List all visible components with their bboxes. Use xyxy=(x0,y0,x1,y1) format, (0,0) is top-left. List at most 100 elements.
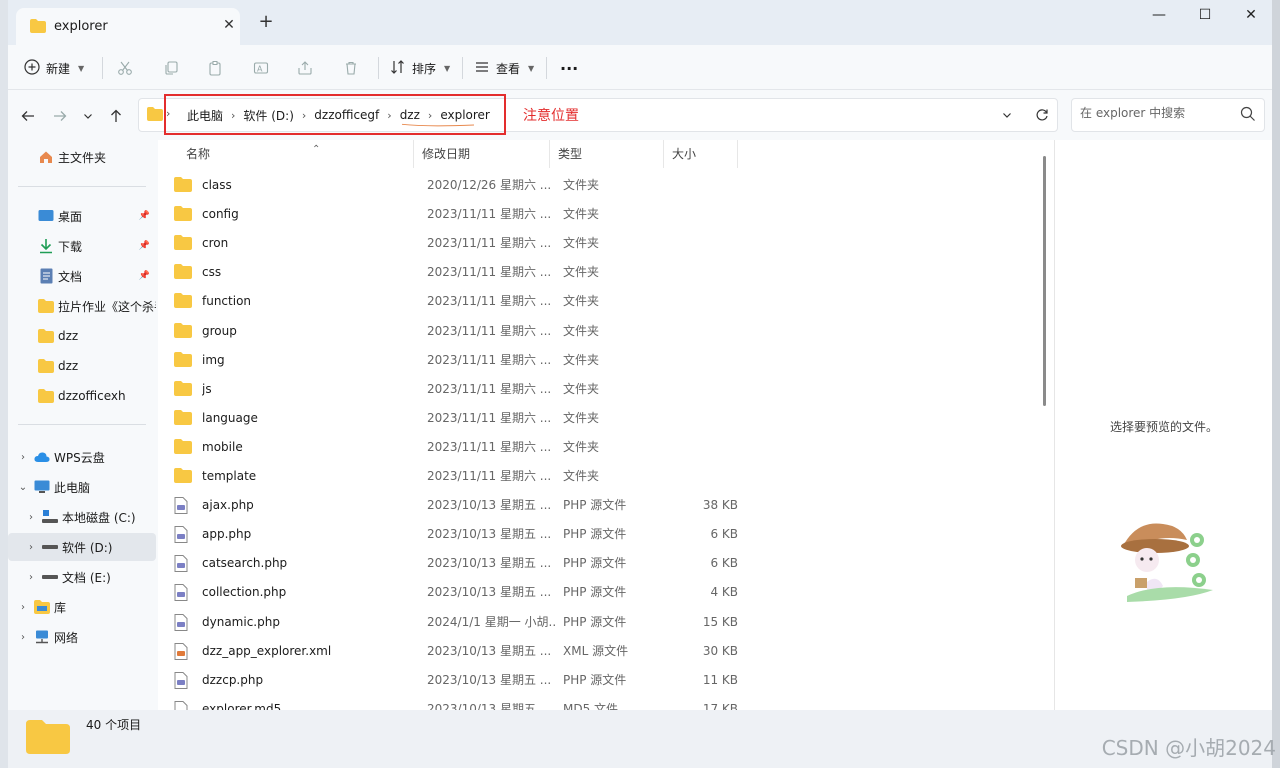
close-tab-icon[interactable]: ✕ xyxy=(218,14,240,36)
sidebar-item-drive-e[interactable]: › 文档 (E:) xyxy=(8,563,156,591)
new-button[interactable]: 新建 ▼ xyxy=(24,53,84,83)
pin-icon[interactable]: 📌 xyxy=(139,271,150,281)
file-row[interactable]: collection.php 2023/10/13 星期五 ... PHP 源文件 4… xyxy=(158,578,1038,607)
file-row[interactable]: js 2023/11/11 星期六 ... 文件夹 xyxy=(158,375,1038,404)
file-date: 2023/10/13 星期五 ... xyxy=(427,585,552,600)
file-name: group xyxy=(202,323,237,338)
file-row[interactable]: img 2023/11/11 星期六 ... 文件夹 xyxy=(158,346,1038,375)
file-size: 6 KB xyxy=(710,527,738,542)
share-icon[interactable] xyxy=(292,55,318,81)
column-header-type[interactable]: 类型 xyxy=(550,140,664,168)
sidebar-item-documents[interactable]: 文档 📌 xyxy=(8,262,156,290)
chevron-down-icon: ▼ xyxy=(444,63,451,73)
sidebar-item-library[interactable]: › 库 xyxy=(8,593,156,621)
view-label: 查看 xyxy=(496,61,521,76)
file-row[interactable]: function 2023/11/11 星期六 ... 文件夹 xyxy=(158,287,1038,316)
sidebar-item-wps-cloud[interactable]: › WPS云盘 xyxy=(8,443,156,471)
search-icon[interactable] xyxy=(1240,106,1256,125)
delete-icon[interactable] xyxy=(338,55,364,81)
sort-button[interactable]: 排序 ▼ xyxy=(390,53,450,83)
file-date: 2023/10/13 星期五 ... xyxy=(427,701,552,710)
paste-icon[interactable] xyxy=(202,55,228,81)
file-name: collection.php xyxy=(202,585,287,600)
sidebar-item-desktop[interactable]: 桌面 📌 xyxy=(8,202,156,230)
file-name: function xyxy=(202,294,252,309)
sidebar-item-drive-c[interactable]: › 本地磁盘 (C:) xyxy=(8,503,156,531)
column-header-size[interactable]: 大小 xyxy=(664,140,738,168)
sidebar-item-folder[interactable]: dzz xyxy=(8,322,156,350)
chevron-down-icon: ▼ xyxy=(528,63,535,73)
file-type: PHP 源文件 xyxy=(563,527,627,542)
view-button[interactable]: 查看 ▼ xyxy=(474,53,534,83)
tab-explorer[interactable]: explorer ✕ xyxy=(16,8,240,45)
folder-icon xyxy=(147,107,163,124)
rename-icon[interactable]: A xyxy=(248,55,274,81)
file-row[interactable]: cron 2023/11/11 星期六 ... 文件夹 xyxy=(158,229,1038,258)
chevron-right-icon[interactable]: › xyxy=(16,452,30,463)
sidebar-item-label: 本地磁盘 (C:) xyxy=(62,510,136,525)
column-header-name[interactable]: 名称 ⌃ xyxy=(178,140,414,168)
home-icon xyxy=(38,149,54,165)
up-arrow-icon[interactable] xyxy=(104,104,128,128)
file-row[interactable]: dzz_app_explorer.xml 2023/10/13 星期五 ... XM… xyxy=(158,637,1038,666)
title-bar: explorer ✕ + — ☐ ✕ xyxy=(8,0,1272,45)
file-row[interactable]: class 2020/12/26 星期六 ... 文件夹 xyxy=(158,171,1038,200)
file-row[interactable]: mobile 2023/11/11 星期六 ... 文件夹 xyxy=(158,433,1038,462)
recent-locations-chevron-icon[interactable] xyxy=(76,104,100,128)
file-row[interactable]: dzzcp.php 2023/10/13 星期五 ... PHP 源文件 11 KB xyxy=(158,666,1038,695)
search-box[interactable] xyxy=(1071,98,1265,132)
refresh-icon[interactable] xyxy=(1035,99,1049,131)
more-options-button[interactable]: ··· xyxy=(560,53,578,83)
file-row[interactable]: group 2023/11/11 星期六 ... 文件夹 xyxy=(158,317,1038,346)
chevron-right-icon[interactable]: › xyxy=(24,512,38,523)
minimize-button[interactable]: — xyxy=(1136,0,1182,30)
copy-icon[interactable] xyxy=(158,55,184,81)
sidebar-item-downloads[interactable]: 下载 📌 xyxy=(8,232,156,260)
column-header-label: 类型 xyxy=(558,147,583,161)
sidebar-item-folder[interactable]: dzz xyxy=(8,352,156,380)
annotation-note: 注意位置 xyxy=(523,108,579,124)
chevron-down-icon[interactable]: ⌄ xyxy=(16,482,30,493)
file-row[interactable]: config 2023/11/11 星期六 ... 文件夹 xyxy=(158,200,1038,229)
file-date: 2023/11/11 星期六 ... xyxy=(427,294,552,309)
sidebar-item-network[interactable]: › 网络 xyxy=(8,623,156,651)
file-date: 2023/11/11 星期六 ... xyxy=(427,323,552,338)
pin-icon[interactable]: 📌 xyxy=(139,241,150,251)
folder-icon xyxy=(174,351,192,368)
cut-icon[interactable] xyxy=(112,55,138,81)
file-name: js xyxy=(202,381,212,396)
file-row[interactable]: ajax.php 2023/10/13 星期五 ... PHP 源文件 38 KB xyxy=(158,491,1038,520)
close-window-button[interactable]: ✕ xyxy=(1228,0,1274,30)
sidebar-item-drive-d[interactable]: › 软件 (D:) xyxy=(8,533,156,561)
address-dropdown-icon[interactable] xyxy=(1001,99,1013,131)
new-tab-button[interactable]: + xyxy=(254,10,278,34)
file-size: 6 KB xyxy=(710,556,738,571)
chevron-right-icon[interactable]: › xyxy=(16,632,30,643)
chevron-right-icon[interactable]: › xyxy=(24,572,38,583)
sidebar-item-label: 拉片作业《这个杀手 xyxy=(58,299,156,314)
sidebar-item-this-pc[interactable]: ⌄ 此电脑 xyxy=(8,473,156,501)
sidebar-item-label: 文档 xyxy=(58,269,83,284)
file-row[interactable]: css 2023/11/11 星期六 ... 文件夹 xyxy=(158,258,1038,287)
sidebar-item-folder[interactable]: dzzofficexh xyxy=(8,382,156,410)
sidebar-item-folder[interactable]: 拉片作业《这个杀手 xyxy=(8,292,156,320)
file-row[interactable]: explorer.md5 2023/10/13 星期五 ... MD5 文件 17 K… xyxy=(158,695,1038,710)
sidebar-item-home[interactable]: 主文件夹 xyxy=(8,143,156,171)
file-row[interactable]: template 2023/11/11 星期六 ... 文件夹 xyxy=(158,462,1038,491)
file-name: dzz_app_explorer.xml xyxy=(202,643,332,658)
chevron-right-icon[interactable]: › xyxy=(16,602,30,613)
pin-icon[interactable]: 📌 xyxy=(139,211,150,221)
search-input[interactable] xyxy=(1080,106,1230,120)
chevron-right-icon[interactable]: › xyxy=(24,542,38,553)
column-header-date[interactable]: 修改日期 xyxy=(414,140,550,168)
vertical-scrollbar[interactable] xyxy=(1043,156,1046,406)
file-row[interactable]: dynamic.php 2024/1/1 星期一 小胡... PHP 源文件 15 K… xyxy=(158,608,1038,637)
sort-icon xyxy=(390,59,406,78)
file-row[interactable]: catsearch.php 2023/10/13 星期五 ... PHP 源文件 6 … xyxy=(158,549,1038,578)
file-date: 2023/11/11 星期六 ... xyxy=(427,265,552,280)
forward-arrow-icon[interactable] xyxy=(48,104,72,128)
maximize-button[interactable]: ☐ xyxy=(1182,0,1228,30)
back-arrow-icon[interactable] xyxy=(16,104,40,128)
file-row[interactable]: language 2023/11/11 星期六 ... 文件夹 xyxy=(158,404,1038,433)
file-row[interactable]: app.php 2023/10/13 星期五 ... PHP 源文件 6 KB xyxy=(158,520,1038,549)
